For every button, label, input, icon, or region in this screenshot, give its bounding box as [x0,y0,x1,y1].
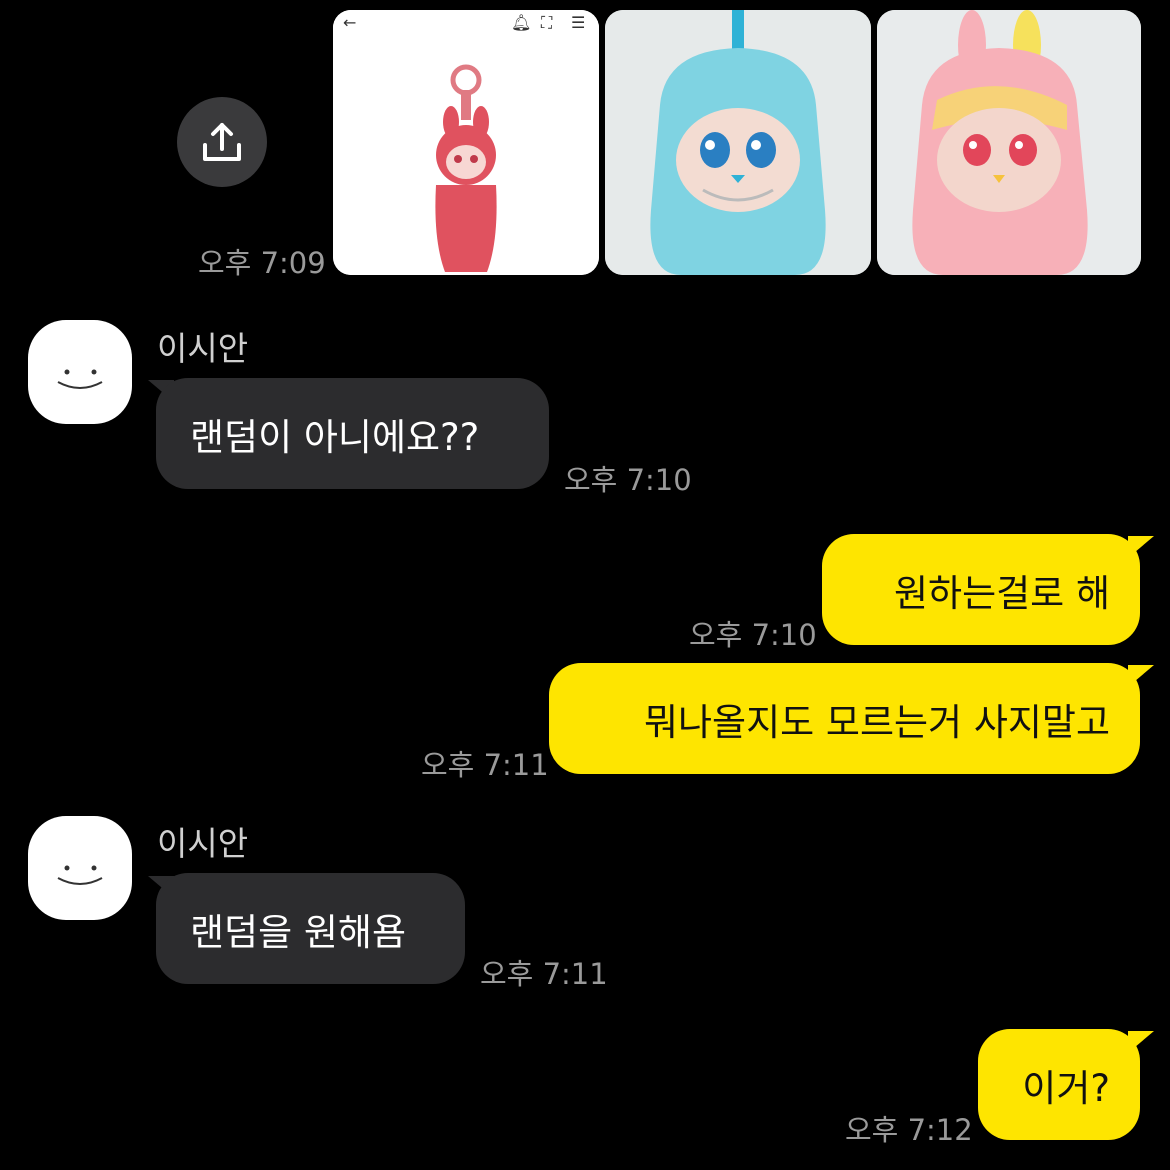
labubu-red-keychain-image [333,10,599,275]
mini-app-topbar: ← 🔔︎ ⛶ ☰ [333,10,599,38]
message-bubble-incoming[interactable]: 랜덤이 아니에요?? [156,378,549,489]
message-text: 뭐나올지도 모르는거 사지말고 [643,700,1110,744]
message-bubble-incoming[interactable]: 랜덤을 원해욤 [156,873,465,984]
share-upload-icon [203,123,241,161]
smiley-avatar-icon [57,369,103,389]
labubu-rainbow-image [877,10,1141,275]
bell-icon: 🔔︎ [511,13,532,32]
sender-name: 이시안 [157,329,249,368]
labubu-blue-image [605,10,871,275]
timestamp: 오후 7:10 [564,463,692,497]
bubble-tail [1128,665,1154,687]
message-bubble-outgoing[interactable]: 이거? [978,1029,1140,1140]
timestamp: 오후 7:09 [198,246,326,280]
back-arrow-icon: ← [343,13,357,32]
timestamp: 오후 7:12 [845,1113,973,1147]
avatar[interactable] [28,320,132,424]
message-text: 랜덤이 아니에요?? [190,415,480,459]
share-button[interactable] [177,97,267,187]
message-bubble-outgoing[interactable]: 원하는걸로 해 [822,534,1140,645]
bubble-tail [1128,536,1154,558]
timestamp: 오후 7:11 [480,957,608,991]
avatar[interactable] [28,816,132,920]
message-text: 원하는걸로 해 [893,571,1110,615]
sender-name: 이시안 [157,824,249,863]
bag-icon: ⛶ [541,13,553,32]
timestamp: 오후 7:11 [421,748,549,782]
image-thumbnail-2[interactable] [605,10,871,275]
message-text: 이거? [1022,1066,1110,1110]
bubble-tail [1128,1031,1154,1053]
message-text: 랜덤을 원해욤 [190,910,407,954]
image-thumbnail-1[interactable]: ← 🔔︎ ⛶ ☰ [333,10,599,275]
message-bubble-outgoing[interactable]: 뭐나올지도 모르는거 사지말고 [549,663,1140,774]
smiley-avatar-icon [57,865,103,885]
menu-icon: ☰ [571,13,586,32]
timestamp: 오후 7:10 [689,618,817,652]
image-thumbnail-3[interactable] [877,10,1141,275]
